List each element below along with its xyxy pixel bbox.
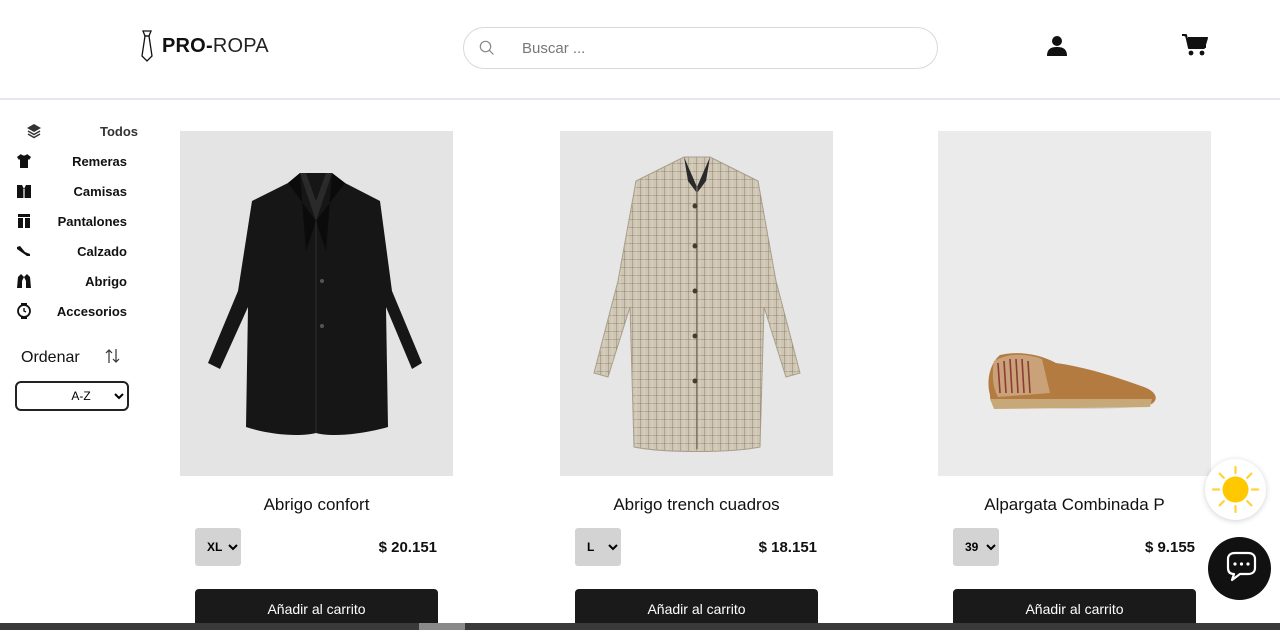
sidebar-item-label: Calzado: [77, 244, 127, 259]
sidebar-item-label: Remeras: [72, 154, 127, 169]
watch-icon: [17, 303, 31, 319]
sidebar-item-label: Pantalones: [57, 214, 127, 229]
theme-toggle-button[interactable]: [1205, 459, 1266, 520]
sort-label: Ordenar: [21, 349, 80, 366]
tshirt-icon: [17, 154, 31, 168]
search-icon[interactable]: [478, 39, 496, 57]
product-title[interactable]: Abrigo confort: [180, 495, 453, 515]
sort-select[interactable]: A-Z: [15, 381, 129, 411]
logo-text-bold: PRO-: [162, 34, 213, 57]
chat-icon: [1226, 551, 1257, 582]
user-icon[interactable]: [1047, 35, 1067, 57]
layers-icon: [27, 124, 41, 139]
header: PRO- ROPA: [0, 0, 1280, 100]
sidebar-item-remeras[interactable]: Remeras: [0, 148, 145, 174]
sidebar-item-label: Camisas: [73, 184, 127, 199]
cart-icon[interactable]: [1182, 33, 1208, 57]
sort-arrows-icon[interactable]: [104, 347, 122, 365]
product-image-black-coat[interactable]: [180, 131, 453, 476]
product-image-espadrille[interactable]: [938, 131, 1211, 476]
tie-icon: [141, 30, 153, 62]
horizontal-scrollbar[interactable]: [0, 623, 1280, 630]
sidebar-item-abrigo[interactable]: Abrigo: [0, 268, 145, 294]
sidebar-item-calzado[interactable]: Calzado: [0, 238, 145, 264]
coat-icon: [17, 274, 31, 288]
sidebar-item-camisas[interactable]: Camisas: [0, 178, 145, 204]
size-select[interactable]: L: [575, 528, 621, 566]
product-title[interactable]: Abrigo trench cuadros: [560, 495, 833, 515]
logo-text-light: ROPA: [212, 34, 269, 57]
search-bar: [463, 27, 938, 69]
product-title[interactable]: Alpargata Combinada P: [938, 495, 1211, 515]
sidebar-item-accesorios[interactable]: Accesorios: [0, 298, 145, 324]
sidebar-item-label: Abrigo: [85, 274, 127, 289]
pants-icon: [18, 214, 30, 228]
size-select[interactable]: 39: [953, 528, 999, 566]
scrollbar-thumb[interactable]: [419, 623, 465, 630]
chat-button[interactable]: [1208, 537, 1271, 600]
product-price: $ 9.155: [1144, 539, 1195, 556]
product-price: $ 20.151: [378, 539, 437, 556]
logo[interactable]: PRO- ROPA: [138, 30, 269, 62]
sun-icon: [1211, 465, 1260, 514]
sidebar-item-pantalones[interactable]: Pantalones: [0, 208, 145, 234]
sidebar-item-label: Todos: [99, 124, 138, 139]
sidebar-item-todos[interactable]: Todos: [0, 118, 145, 144]
shirt-icon: [17, 185, 31, 198]
product-price: $ 18.151: [758, 539, 817, 556]
sidebar-item-label: Accesorios: [56, 304, 127, 319]
size-select[interactable]: XL: [195, 528, 241, 566]
shoe-icon: [17, 246, 30, 256]
search-input[interactable]: [522, 36, 922, 60]
product-image-plaid-trench[interactable]: [560, 131, 833, 476]
